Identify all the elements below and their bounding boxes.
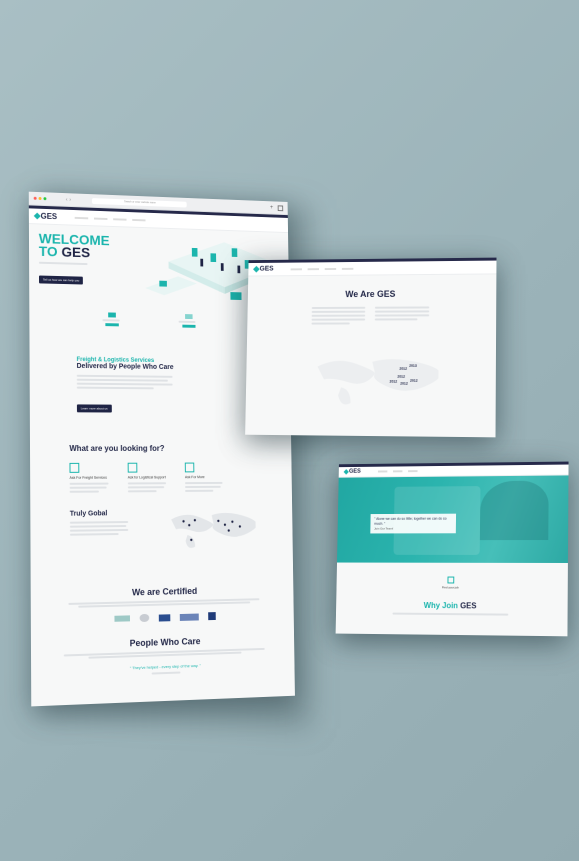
nav-menu [378, 470, 418, 472]
nav-item[interactable] [290, 268, 301, 270]
timeline-year: 2012 [399, 367, 407, 371]
timeline-year: 2012 [410, 379, 418, 383]
certification-logo [158, 614, 170, 621]
about-page-mockup: GES We Are GES 2012 2013 2012 2012 2012 … [245, 258, 496, 438]
careers-quote: " Alone we can do so little; together we… [374, 517, 452, 526]
ges-logo[interactable]: GES [35, 212, 57, 222]
tabs-icon[interactable] [278, 205, 284, 211]
nav-item[interactable] [132, 218, 145, 220]
maximize-dot-icon[interactable] [43, 197, 46, 200]
nav-menu [290, 267, 353, 270]
close-dot-icon[interactable] [34, 197, 37, 200]
why-join-title: Why Join GES [336, 600, 568, 611]
certification-logo [139, 614, 149, 622]
new-tab-icon[interactable]: + [270, 205, 273, 211]
looking-title: What are you looking for? [69, 444, 254, 453]
about-nav: GES [248, 261, 496, 277]
certification-logo [114, 615, 130, 621]
nav-item[interactable] [113, 218, 126, 220]
find-job-icon [447, 577, 454, 584]
nav-item[interactable] [75, 216, 89, 218]
certification-logo [208, 612, 216, 620]
world-map [166, 507, 256, 552]
address-bar[interactable]: Search or enter website name [92, 198, 187, 207]
illustration-card [178, 314, 199, 328]
nav-item[interactable] [393, 470, 402, 472]
minimize-dot-icon[interactable] [39, 197, 42, 200]
find-job-link[interactable]: Find your job [336, 585, 567, 590]
certified-section: We are Certified [31, 578, 294, 631]
certification-logo [179, 613, 198, 620]
about-ges-logo[interactable]: GES [254, 266, 274, 273]
back-icon[interactable]: ‹ [66, 197, 68, 203]
learn-more-button[interactable]: Learn more about us [77, 404, 112, 412]
timeline-year: 2013 [409, 364, 417, 368]
certified-title: We are Certified [51, 584, 275, 599]
timeline-year: 2012 [389, 380, 397, 384]
forward-icon[interactable]: › [69, 197, 71, 203]
looking-section: What are you looking for? Ask For Freigh… [30, 438, 292, 501]
careers-quote-box: " Alone we can do so little; together we… [370, 514, 456, 534]
nav-item[interactable] [307, 268, 318, 270]
careers-hero: " Alone we can do so little; together we… [337, 475, 568, 563]
nav-item[interactable] [325, 268, 336, 270]
nav-item[interactable] [408, 470, 417, 472]
careers-subquote: Join Our Team! [374, 526, 452, 530]
people-section: People Who Care " They've helped - every… [31, 624, 295, 693]
service-card-logistics[interactable]: Ask for Logistical Support [128, 463, 172, 495]
help-cta-button[interactable]: Tell us how we can help you [39, 276, 83, 285]
careers-ges-logo[interactable]: GES [344, 469, 361, 475]
plus-icon [185, 463, 195, 473]
service-card-more[interactable]: Ask For More [185, 462, 228, 493]
about-title: We Are GES [248, 288, 497, 299]
careers-page-mockup: GES " Alone we can do so little; togethe… [336, 462, 569, 637]
timeline-year: 2012 [397, 375, 405, 379]
about-world-map [312, 352, 439, 412]
nav-item[interactable] [342, 267, 353, 269]
box-icon [69, 463, 79, 473]
service-card-freight[interactable]: Ask For Freight Services [69, 463, 114, 495]
nav-item[interactable] [94, 217, 107, 219]
global-section: Truly Gobal [30, 499, 293, 584]
nav-item[interactable] [378, 470, 387, 472]
timeline-year: 2012 [400, 382, 408, 386]
truck-icon [128, 463, 138, 473]
freight-title-navy: Delivered by People Who Care [77, 363, 247, 372]
nav-menu [75, 216, 146, 220]
illustration-card [102, 312, 121, 326]
